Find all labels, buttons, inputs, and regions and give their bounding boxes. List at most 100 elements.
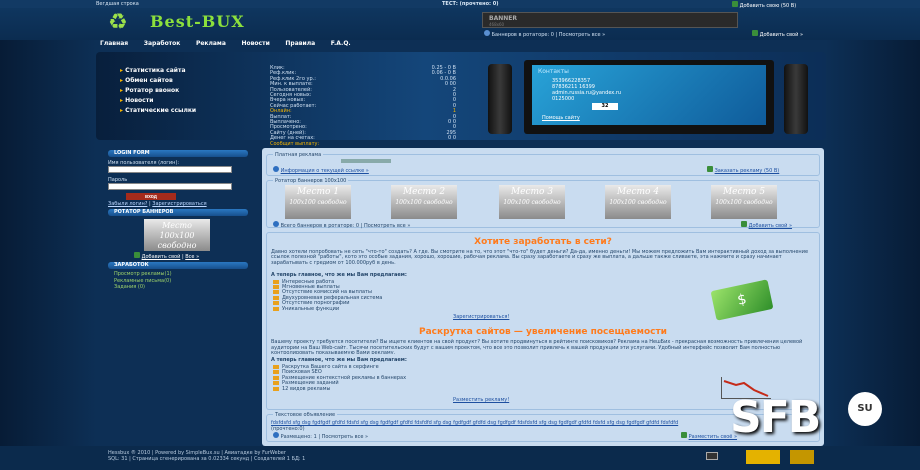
rotator-placeholder[interactable]: Место 100х100 свободно bbox=[144, 219, 210, 251]
speaker-right-icon bbox=[784, 64, 808, 134]
text-ads-caption[interactable]: Размещено: 1 | Посмотреть все » bbox=[273, 432, 368, 440]
paid-ads-box: Платная реклама Информация о текущей ссы… bbox=[266, 152, 820, 176]
sfb-watermark-logo: SFB bbox=[730, 392, 821, 443]
folder-icon bbox=[273, 370, 279, 375]
footer-stats: SQL: 31 | Страница сгенерирована за 0.02… bbox=[108, 456, 306, 462]
plus-icon bbox=[134, 252, 140, 258]
promo1-text: Давно хотели попробовать не сеть "что-то… bbox=[271, 249, 809, 266]
left-backdrop bbox=[0, 0, 96, 470]
ad-place-5[interactable]: Место 5 100x100 свободно bbox=[711, 185, 777, 219]
current-link-bar bbox=[341, 159, 391, 163]
top-bar: Вегдшая строка ТЕСТ: (прочтено: 0) Добав… bbox=[0, 0, 920, 9]
rotator-legend: Ротатор баннеров 100x100 bbox=[273, 178, 349, 184]
text-ad-link[interactable]: fdsfdsfd sfg dsg fgdfgdf gfdfd fdsfd sfg… bbox=[271, 420, 731, 426]
earn-item[interactable]: Задания (0) bbox=[114, 284, 248, 291]
plus-icon bbox=[741, 221, 747, 227]
nav-faq[interactable]: F.A.Q. bbox=[331, 40, 351, 47]
ad-place-4[interactable]: Место 4 100x100 свободно bbox=[605, 185, 671, 219]
hero-menu: ▸ Статистика сайта ▸ Обмен сайтов ▸ Рота… bbox=[120, 66, 250, 116]
login-button[interactable]: вход bbox=[126, 193, 176, 200]
post-text-ad-link[interactable]: Разместить своё » bbox=[681, 432, 737, 440]
info-icon bbox=[273, 221, 279, 227]
contact-line: 0125000 bbox=[552, 96, 575, 102]
plus-icon bbox=[681, 432, 687, 438]
partner-badge-icon bbox=[746, 450, 780, 464]
promo-box: Хотите заработать в сети? Давно хотели п… bbox=[266, 232, 820, 410]
login-header: LOGIN FORM bbox=[108, 150, 248, 157]
partner-badge-2-icon bbox=[790, 450, 814, 464]
stat-label: Сообщит выплату: bbox=[270, 140, 320, 147]
folder-icon bbox=[273, 301, 279, 306]
banner-rotator-box: Ротатор баннеров 100x100 Место 1 100x100 … bbox=[266, 178, 820, 229]
text-ads-legend: Текстовое объявление bbox=[273, 412, 338, 418]
stats-table: Клик: 0.25 - 0 В Реф.клик: 0.06 - 0 В Реф.кл… bbox=[270, 65, 456, 147]
promo2-text: Вашему проекту требуется посетители? Вы … bbox=[271, 339, 803, 355]
banner-caption[interactable]: Баннеров в ротаторе: 0 | Посмотреть все … bbox=[484, 30, 605, 38]
info-icon bbox=[484, 30, 490, 36]
earn-header: ЗАРАБОТОК bbox=[108, 262, 248, 269]
add-banner-link[interactable]: Добавить свой » bbox=[752, 30, 803, 38]
folder-icon bbox=[273, 290, 279, 295]
register-cta[interactable]: Зарегистрироваться! bbox=[453, 314, 509, 320]
left-column: LOGIN FORM Имя пользователя (логин): Пар… bbox=[108, 150, 248, 310]
nav-news[interactable]: Новости bbox=[241, 40, 269, 47]
earn-list: Просмотр рекламы(1) Рекламные письма(0) … bbox=[114, 271, 248, 291]
contacts-title: Контакты bbox=[538, 68, 569, 75]
folder-icon bbox=[273, 365, 279, 370]
su-badge-logo: SU bbox=[848, 392, 882, 426]
folder-icon bbox=[273, 386, 279, 391]
order-ad-link[interactable]: Заказать рекламу (50 В) bbox=[707, 166, 779, 174]
recycle-icon: ♻ bbox=[108, 10, 128, 35]
rotator-header: РОТАТОР БАННЕРОВ bbox=[108, 209, 248, 216]
donate-link[interactable]: Помощь сайту bbox=[542, 115, 580, 121]
current-link-info[interactable]: Информация о текущей ссылке » bbox=[273, 166, 369, 174]
stat-value: 0 0 bbox=[448, 135, 456, 142]
nav-rules[interactable]: Правила bbox=[285, 40, 315, 47]
ticker-label: Вегдшая строка bbox=[96, 1, 139, 7]
rotator-add-link[interactable]: Добавить свой bbox=[142, 254, 181, 260]
forgot-link[interactable]: Забыли логин? bbox=[108, 201, 147, 207]
add-place-link[interactable]: Добавить свой » bbox=[741, 221, 792, 229]
ad-place-2[interactable]: Место 2 100x100 свободно bbox=[391, 185, 457, 219]
promo1-lead: А теперь главное, что же мы Вам предлага… bbox=[271, 272, 407, 278]
site-logo[interactable]: Best-BUX bbox=[150, 12, 245, 31]
hero-menu-item[interactable]: ▸ Ротатор ввонок bbox=[120, 86, 250, 96]
nav-earn[interactable]: Заработок bbox=[144, 40, 181, 47]
banner-title: BANNER bbox=[489, 15, 517, 22]
promo2-title: Раскрутка сайтов — увеличение посещаемос… bbox=[418, 327, 667, 338]
paid-ads-legend: Платная реклама bbox=[273, 152, 324, 158]
rotator-all-link[interactable]: Все » bbox=[185, 254, 199, 260]
folder-icon bbox=[273, 381, 279, 386]
password-input[interactable] bbox=[108, 183, 232, 190]
plus-icon bbox=[752, 30, 758, 36]
ad-place-3[interactable]: Место 3 100x100 свободно bbox=[499, 185, 565, 219]
tv-frame: Контакты 353966228357 87836211 16399 adm… bbox=[524, 60, 774, 134]
ticker-center[interactable]: ТЕСТ: (прочтено: 0) bbox=[442, 1, 499, 7]
stat-row: Сообщит выплату: bbox=[270, 140, 456, 147]
folder-icon bbox=[273, 279, 279, 284]
rotator-caption[interactable]: Всего баннеров в ротаторе: 0 | Посмотрет… bbox=[273, 221, 410, 229]
hero-menu-item[interactable]: ▸ Новости bbox=[120, 96, 250, 106]
header-banner[interactable]: BANNER 468x60 bbox=[482, 12, 738, 28]
ad-place-1[interactable]: Место 1 100x100 свободно bbox=[285, 185, 351, 219]
speaker-left-icon bbox=[488, 64, 512, 134]
nav-home[interactable]: Главная bbox=[100, 40, 128, 47]
visitor-counter: 32 bbox=[592, 103, 618, 110]
banner-size: 468x60 bbox=[489, 22, 505, 27]
promo1-title: Хотите заработать в сети? bbox=[474, 237, 612, 247]
username-input[interactable] bbox=[108, 166, 232, 173]
place-ad-cta[interactable]: Разместить рекламу! bbox=[453, 397, 509, 403]
tv-screen: Контакты 353966228357 87836211 16399 adm… bbox=[532, 65, 766, 125]
hero-menu-item[interactable]: ▸ Обмен сайтов bbox=[120, 76, 250, 86]
plus-icon bbox=[732, 1, 738, 7]
hero-menu-item[interactable]: ▸ Статистика сайта bbox=[120, 66, 250, 76]
folder-icon bbox=[273, 295, 279, 300]
plus-icon bbox=[707, 166, 713, 172]
nav-ads[interactable]: Реклама bbox=[196, 40, 226, 47]
main-nav: Главная Заработок Реклама Новости Правил… bbox=[100, 40, 820, 52]
counter-icon bbox=[706, 452, 718, 460]
hero-panel: ▸ Статистика сайта ▸ Обмен сайтов ▸ Рота… bbox=[96, 52, 826, 147]
register-link[interactable]: Зарегистрироваться bbox=[152, 201, 206, 207]
hero-menu-item[interactable]: ▸ Статические ссылки bbox=[120, 106, 250, 116]
folder-icon bbox=[273, 306, 279, 311]
